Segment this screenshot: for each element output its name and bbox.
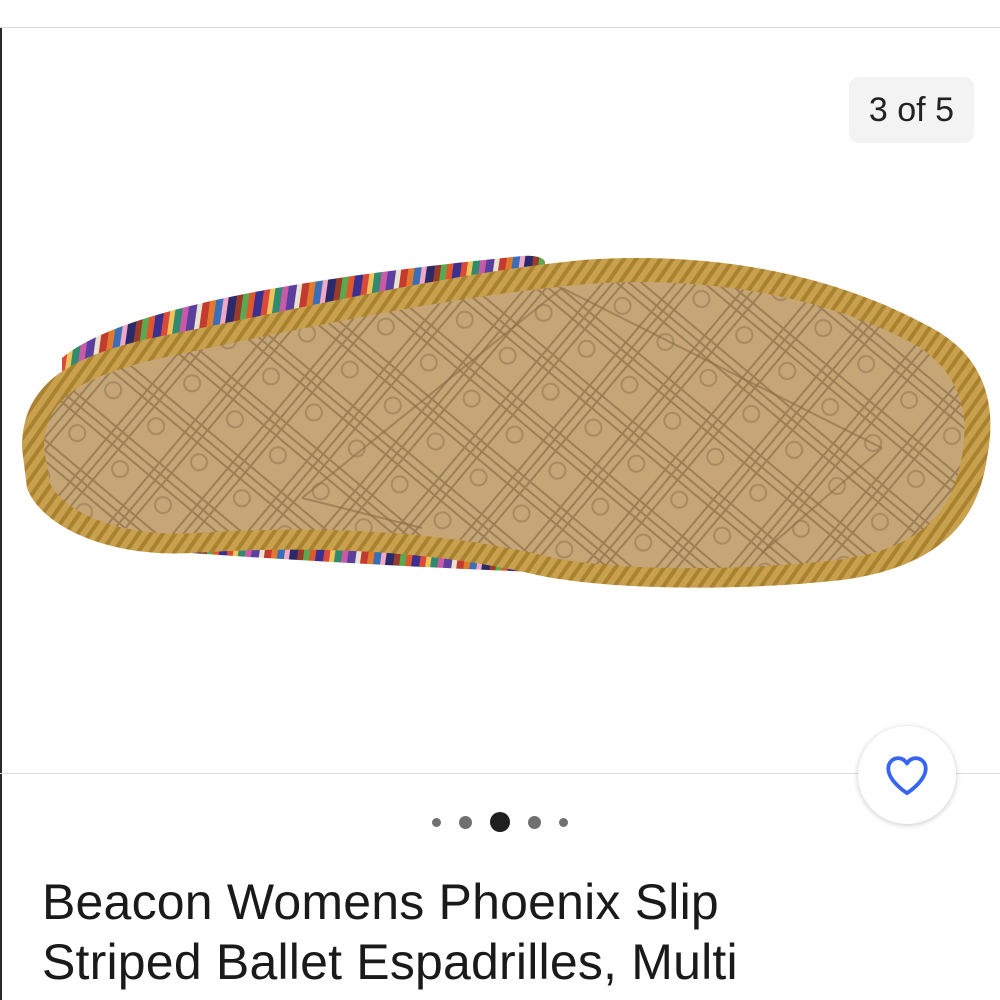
carousel-dot-1[interactable] <box>432 817 441 827</box>
carousel-pagination <box>0 808 1000 836</box>
listing-page: 3 of 5 Beacon Womens Phoenix Slip Stripe… <box>0 0 1000 1000</box>
image-gallery[interactable]: 3 of 5 <box>2 28 1000 773</box>
carousel-dot-5[interactable] <box>559 817 568 827</box>
carousel-dot-2[interactable] <box>459 815 472 829</box>
image-counter-badge: 3 of 5 <box>848 77 974 143</box>
carousel-dot-4[interactable] <box>528 815 541 829</box>
product-image[interactable] <box>2 28 1000 773</box>
listing-title-line-1: Beacon Womens Phoenix Slip <box>42 874 719 930</box>
carousel-dot-3-active[interactable] <box>490 812 510 832</box>
image-counter-text: 3 of 5 <box>868 90 954 129</box>
listing-title: Beacon Womens Phoenix Slip Striped Balle… <box>42 872 942 992</box>
listing-title-line-2: Striped Ballet Espadrilles, Multi <box>42 934 738 990</box>
gallery-divider <box>0 773 1000 774</box>
heart-outline-icon <box>886 756 928 796</box>
